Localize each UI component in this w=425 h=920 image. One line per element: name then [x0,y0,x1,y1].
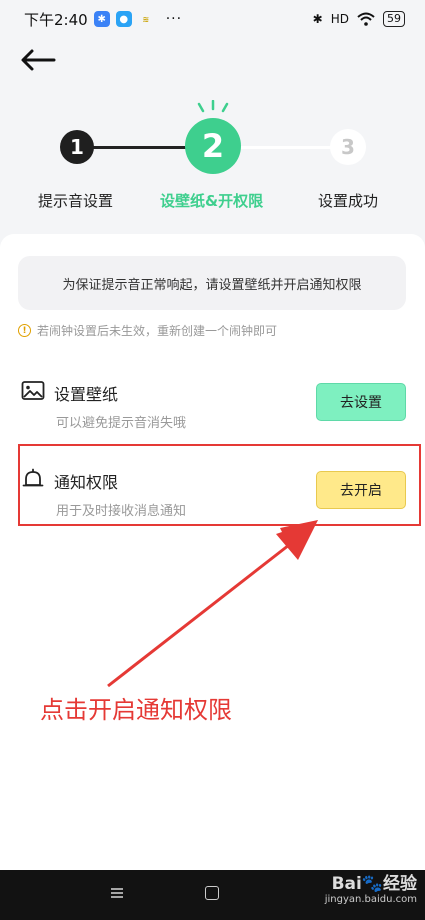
status-bar: 下午2:40 ✱ ● ≋ ··· ✱ HD 59 [0,0,425,38]
home-icon[interactable] [205,886,219,900]
settings-card: 为保证提示音正常响起，请设置壁纸并开启通知权限 ! 若闹钟设置后未生效，重新创建… [0,234,425,870]
watermark-brand: Bai🐾经验 [331,874,417,894]
step-connector-pending [238,146,333,149]
wallpaper-subtitle: 可以避免提示音消失哦 [56,416,187,431]
signal-app-icon: ≋ [142,14,150,24]
watermark: Bai🐾经验 jingyan.baidu.com [325,874,417,906]
status-time: 下午2:40 [24,10,88,29]
more-notifications-icon: ··· [165,11,183,27]
bluetooth-app-icon: ✱ [93,11,110,27]
watermark-url: jingyan.baidu.com [324,894,417,905]
message-app-icon: ● [115,11,132,27]
bluetooth-icon: ✱ [312,12,323,26]
annotation-text: 点击开启通知权限 [40,696,232,724]
step-connector-done [78,146,188,149]
tip-line: ! 若闹钟设置后未生效，重新创建一个闹钟即可 [18,322,277,339]
info-icon: ! [18,324,31,337]
tip-text: 若闹钟设置后未生效，重新创建一个闹钟即可 [37,324,278,338]
step-3-label: 设置成功 [318,192,379,210]
step-1-label: 提示音设置 [38,192,114,210]
notice-banner: 为保证提示音正常响起，请设置壁纸并开启通知权限 [18,256,406,310]
annotation-highlight-box [18,444,421,526]
step-1-circle: 1 [60,130,94,164]
progress-stepper: 1 2 3 提示音设置 设壁纸&开权限 设置成功 [0,100,425,220]
battery-indicator: 59 [383,11,405,27]
set-wallpaper-button[interactable]: 去设置 [316,383,406,421]
active-step-rays-icon [197,100,229,113]
cell-signal-label: HD [330,12,349,26]
step-2-circle: 2 [185,118,241,174]
image-icon [21,381,45,400]
step-3-circle: 3 [330,129,366,165]
wallpaper-title: 设置壁纸 [54,385,119,404]
wallpaper-row: 设置壁纸 可以避免提示音消失哦 去设置 [0,374,425,444]
wifi-icon [357,12,375,26]
menu-icon[interactable] [110,886,124,900]
back-arrow-icon[interactable] [20,48,56,72]
step-2-label: 设壁纸&开权限 [160,192,264,210]
system-navigation-bar: Bai🐾经验 jingyan.baidu.com [0,870,425,920]
